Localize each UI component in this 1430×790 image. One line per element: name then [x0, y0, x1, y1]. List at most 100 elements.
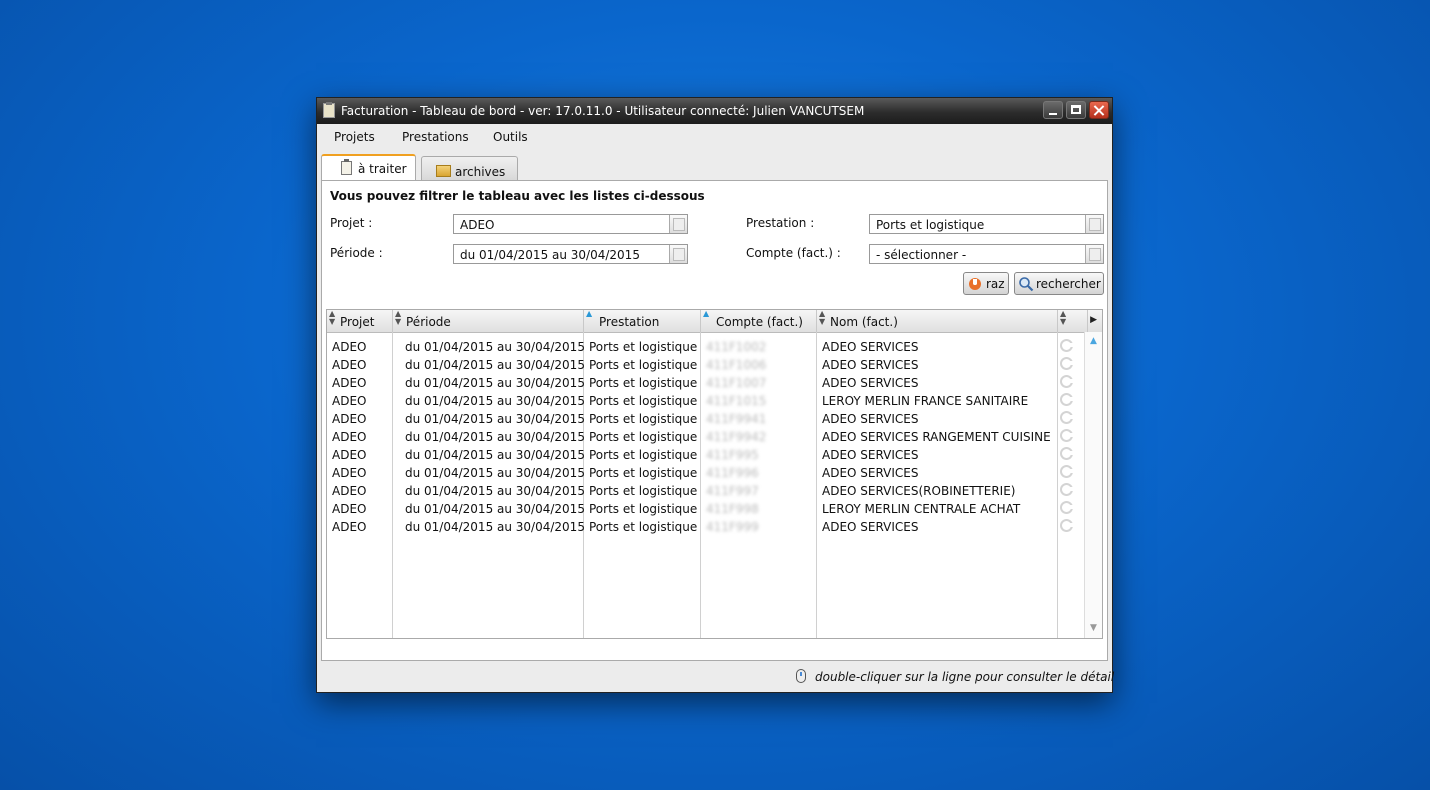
refresh-icon[interactable]: [1060, 375, 1074, 388]
search-icon: [1019, 277, 1034, 292]
close-button[interactable]: [1089, 101, 1109, 119]
cell-compte: 411F1015: [706, 394, 767, 408]
search-button[interactable]: rechercher: [1014, 272, 1104, 295]
header-compte[interactable]: ▲ Compte (fact.): [701, 310, 817, 332]
sort-asc-icon[interactable]: ▲: [586, 310, 592, 318]
table-row[interactable]: ADEO du 01/04/2015 au 30/04/2015 Ports et …: [327, 428, 1082, 446]
table-row[interactable]: ADEO du 01/04/2015 au 30/04/2015 Ports et …: [327, 356, 1082, 374]
tab-label: à traiter: [358, 162, 407, 176]
cell-nom: ADEO SERVICES RANGEMENT CUISINE: [822, 430, 1051, 444]
status-bar: double-cliquer sur la ligne pour consult…: [321, 666, 1114, 688]
cell-nom: ADEO SERVICES(ROBINETTERIE): [822, 484, 1016, 498]
filter-title: Vous pouvez filtrer le tableau avec les …: [330, 189, 705, 203]
table-row[interactable]: ADEO du 01/04/2015 au 30/04/2015 Ports et …: [327, 410, 1082, 428]
tab-a-traiter[interactable]: à traiter: [321, 154, 416, 180]
cell-prestation: Ports et logistique: [589, 394, 698, 408]
archive-box-icon: [436, 165, 451, 177]
cell-nom: ADEO SERVICES: [822, 448, 919, 462]
cell-projet: ADEO: [332, 448, 367, 462]
table-row[interactable]: ADEO du 01/04/2015 au 30/04/2015 Ports et …: [327, 464, 1082, 482]
refresh-icon[interactable]: [1060, 411, 1074, 424]
prestation-label: Prestation :: [746, 216, 815, 230]
cell-projet: ADEO: [332, 340, 367, 354]
sort-icon[interactable]: ▲ ▼: [395, 310, 401, 326]
prestation-select[interactable]: Ports et logistique: [869, 214, 1104, 234]
refresh-icon[interactable]: [1060, 465, 1074, 478]
raz-button[interactable]: raz: [963, 272, 1009, 295]
maximize-button[interactable]: [1066, 101, 1086, 119]
table-row[interactable]: ADEO du 01/04/2015 au 30/04/2015 Ports et …: [327, 446, 1082, 464]
cell-prestation: Ports et logistique: [589, 358, 698, 372]
dropdown-arrow-icon[interactable]: [1085, 245, 1103, 263]
cell-nom: ADEO SERVICES: [822, 466, 919, 480]
tab-archives[interactable]: archives: [421, 156, 518, 180]
sort-icon[interactable]: ▲ ▼: [329, 310, 335, 326]
cell-periode: du 01/04/2015 au 30/04/2015: [405, 430, 585, 444]
header-projet[interactable]: ▲ ▼ Projet: [327, 310, 393, 332]
periode-label: Période :: [330, 246, 383, 260]
cell-projet: ADEO: [332, 358, 367, 372]
sort-icon[interactable]: ▲ ▼: [1060, 310, 1066, 326]
cell-prestation: Ports et logistique: [589, 448, 698, 462]
cell-compte: 411F1002: [706, 340, 767, 354]
cell-periode: du 01/04/2015 au 30/04/2015: [405, 340, 585, 354]
table-row[interactable]: ADEO du 01/04/2015 au 30/04/2015 Ports et …: [327, 374, 1082, 392]
refresh-icon[interactable]: [1060, 339, 1074, 352]
clipboard-icon: [341, 159, 352, 175]
cell-prestation: Ports et logistique: [589, 502, 698, 516]
sort-icon[interactable]: ▲ ▼: [819, 310, 825, 326]
vertical-scrollbar[interactable]: ▲ ▼: [1084, 332, 1102, 638]
content-panel: Vous pouvez filtrer le tableau avec les …: [321, 180, 1108, 661]
header-actions[interactable]: ▲ ▼: [1058, 310, 1088, 332]
table-row[interactable]: ADEO du 01/04/2015 au 30/04/2015 Ports et …: [327, 392, 1082, 410]
table-row[interactable]: ADEO du 01/04/2015 au 30/04/2015 Ports et …: [327, 500, 1082, 518]
table-row[interactable]: ADEO du 01/04/2015 au 30/04/2015 Ports et …: [327, 518, 1082, 536]
header-periode[interactable]: ▲ ▼ Période: [393, 310, 584, 332]
cell-compte: 411F998: [706, 502, 759, 516]
title-bar[interactable]: Facturation - Tableau de bord - ver: 17.…: [317, 98, 1112, 124]
minimize-button[interactable]: [1043, 101, 1063, 119]
reset-icon: [969, 278, 981, 290]
dropdown-arrow-icon[interactable]: [669, 215, 687, 233]
tab-label: archives: [455, 165, 506, 179]
sort-asc-icon[interactable]: ▲: [703, 310, 709, 318]
cell-periode: du 01/04/2015 au 30/04/2015: [405, 394, 585, 408]
cell-projet: ADEO: [332, 412, 367, 426]
cell-projet: ADEO: [332, 520, 367, 534]
raz-label: raz: [986, 277, 1005, 291]
menu-projets[interactable]: Projets: [334, 130, 375, 144]
cell-projet: ADEO: [332, 484, 367, 498]
cell-periode: du 01/04/2015 au 30/04/2015: [405, 358, 585, 372]
refresh-icon[interactable]: [1060, 357, 1074, 370]
refresh-icon[interactable]: [1060, 501, 1074, 514]
cell-periode: du 01/04/2015 au 30/04/2015: [405, 520, 585, 534]
window-title: Facturation - Tableau de bord - ver: 17.…: [341, 104, 865, 118]
header-prestation[interactable]: ▲ Prestation: [584, 310, 701, 332]
refresh-icon[interactable]: [1060, 393, 1074, 406]
menu-outils[interactable]: Outils: [493, 130, 528, 144]
periode-select[interactable]: du 01/04/2015 au 30/04/2015: [453, 244, 688, 264]
cell-nom: ADEO SERVICES: [822, 376, 919, 390]
refresh-icon[interactable]: [1060, 519, 1074, 532]
compte-select[interactable]: - sélectionner -: [869, 244, 1104, 264]
refresh-icon[interactable]: [1060, 483, 1074, 496]
cell-prestation: Ports et logistique: [589, 340, 698, 354]
refresh-icon[interactable]: [1060, 447, 1074, 460]
compte-value: - sélectionner -: [876, 248, 967, 262]
refresh-icon[interactable]: [1060, 429, 1074, 442]
menu-bar: Projets Prestations Outils: [317, 124, 1112, 150]
projet-select[interactable]: ADEO: [453, 214, 688, 234]
scroll-up-icon[interactable]: ▲: [1088, 336, 1099, 347]
cell-nom: ADEO SERVICES: [822, 412, 919, 426]
scroll-down-icon[interactable]: ▼: [1088, 623, 1099, 634]
table-row[interactable]: ADEO du 01/04/2015 au 30/04/2015 Ports et …: [327, 482, 1082, 500]
dropdown-arrow-icon[interactable]: [1085, 215, 1103, 233]
dropdown-arrow-icon[interactable]: [669, 245, 687, 263]
table-row[interactable]: ADEO du 01/04/2015 au 30/04/2015 Ports et …: [327, 338, 1082, 356]
cell-projet: ADEO: [332, 430, 367, 444]
header-nom[interactable]: ▲ ▼ Nom (fact.): [817, 310, 1058, 332]
prestation-value: Ports et logistique: [876, 218, 985, 232]
scroll-right-icon[interactable]: ▶: [1090, 315, 1097, 325]
cell-prestation: Ports et logistique: [589, 520, 698, 534]
menu-prestations[interactable]: Prestations: [402, 130, 469, 144]
